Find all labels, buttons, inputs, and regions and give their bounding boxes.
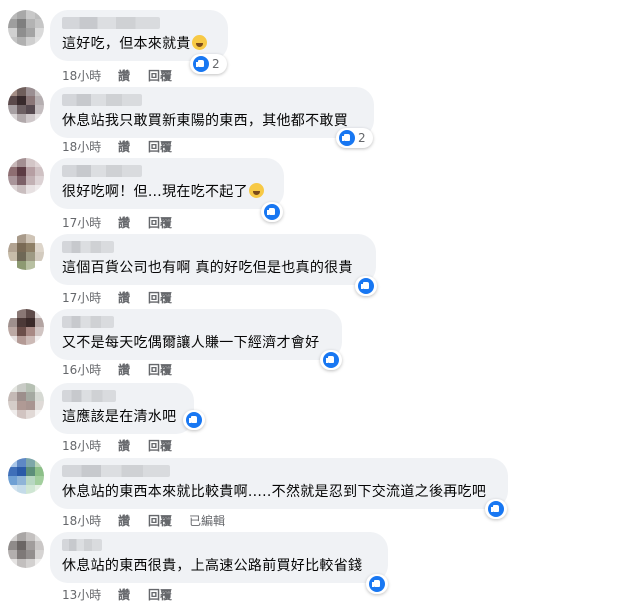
like-reaction-icon [186,412,202,428]
comment-bubble: 休息站的東西很貴，上高速公路前買好比較省錢 [50,532,388,583]
like-button[interactable]: 讚 [118,586,148,603]
commenter-name[interactable] [62,539,102,551]
crying-emoji-icon [248,183,264,198]
comment-text: 休息站的東西很貴，上高速公路前買好比較省錢 [62,558,363,574]
comment-text: 休息站我只敢買新東陽的東西，其他都不敢買 [62,113,348,129]
reaction-count: 2 [358,131,366,145]
like-reaction-icon [339,130,355,146]
comment-text: 這好吃，但本來就貴 [62,36,191,52]
avatar[interactable] [8,10,44,46]
comment-text: 這應該是在清水吧 [62,409,177,425]
avatar[interactable] [8,309,44,345]
comment-text: 休息站的東西本來就比較貴啊.....不然就是忍到下交流道之後再吃吧 [62,484,487,500]
comment-text: 又不是每天吃偶爾讓人賺一下經濟才會好 [62,335,320,351]
comment-actions: 18小時 讚 回覆 已編輯 [62,512,225,529]
reply-button[interactable]: 回覆 [148,67,189,84]
commenter-name[interactable] [62,316,114,328]
reaction-summary[interactable]: 2 [336,128,373,148]
avatar[interactable] [8,234,44,270]
reaction-summary[interactable] [485,499,507,519]
like-button[interactable]: 讚 [118,361,148,378]
like-button[interactable]: 讚 [118,67,148,84]
comment-actions: 18小時 讚 回覆 [62,437,189,454]
comment-bubble: 休息站我只敢買新東陽的東西，其他都不敢買 [50,87,374,138]
timestamp[interactable]: 17小時 [62,289,118,306]
like-button[interactable]: 讚 [118,512,148,529]
comment-bubble: 很好吃啊！但…現在吃不起了 [50,158,284,209]
reaction-summary[interactable] [366,574,388,594]
comment-bubble: 休息站的東西本來就比較貴啊.....不然就是忍到下交流道之後再吃吧 [50,458,508,509]
like-button[interactable]: 讚 [118,289,148,306]
laughing-emoji-icon [191,35,207,50]
commenter-name[interactable] [62,17,160,29]
reaction-summary[interactable] [183,410,205,430]
reaction-summary[interactable] [320,350,342,370]
comment-actions: 17小時 讚 回覆 [62,289,189,306]
reaction-summary[interactable]: 2 [190,54,227,74]
reply-button[interactable]: 回覆 [148,586,189,603]
avatar[interactable] [8,158,44,194]
reply-button[interactable]: 回覆 [148,361,189,378]
comment-bubble: 這個百貨公司也有啊 真的好吃但是也真的很貴 [50,234,376,285]
like-reaction-icon [193,56,209,72]
commenter-name[interactable] [62,390,116,402]
reply-button[interactable]: 回覆 [148,512,189,529]
comment-text: 很好吃啊！但…現在吃不起了 [62,184,248,200]
commenter-name[interactable] [62,465,170,477]
comment-actions: 17小時 讚 回覆 [62,214,189,231]
commenter-name[interactable] [62,94,142,106]
like-reaction-icon [488,501,504,517]
like-reaction-icon [369,576,385,592]
avatar[interactable] [8,87,44,123]
timestamp[interactable]: 16小時 [62,361,118,378]
comment-bubble: 這應該是在清水吧 [50,383,194,434]
comment-actions: 16小時 讚 回覆 [62,361,189,378]
avatar[interactable] [8,532,44,568]
avatar[interactable] [8,458,44,494]
like-button[interactable]: 讚 [118,214,148,231]
comment-actions: 18小時 讚 回覆 [62,138,189,155]
reply-button[interactable]: 回覆 [148,214,189,231]
like-button[interactable]: 讚 [118,437,148,454]
reply-button[interactable]: 回覆 [148,289,189,306]
timestamp[interactable]: 18小時 [62,512,118,529]
reaction-summary[interactable] [261,202,283,222]
reaction-summary[interactable] [355,276,377,296]
reply-button[interactable]: 回覆 [148,437,189,454]
edited-label[interactable]: 已編輯 [189,512,225,529]
timestamp[interactable]: 13小時 [62,586,118,603]
comment-actions: 18小時 讚 回覆 [62,67,189,84]
comment-text: 這個百貨公司也有啊 真的好吃但是也真的很貴 [62,260,353,276]
reaction-count: 2 [212,57,220,71]
reply-button[interactable]: 回覆 [148,138,189,155]
avatar[interactable] [8,383,44,419]
timestamp[interactable]: 18小時 [62,138,118,155]
timestamp[interactable]: 18小時 [62,67,118,84]
comment-bubble: 又不是每天吃偶爾讓人賺一下經濟才會好 [50,309,342,360]
like-reaction-icon [358,278,374,294]
commenter-name[interactable] [62,241,114,253]
like-reaction-icon [264,204,280,220]
commenter-name[interactable] [62,165,142,177]
timestamp[interactable]: 17小時 [62,214,118,231]
comment-actions: 13小時 讚 回覆 [62,586,189,603]
like-button[interactable]: 讚 [118,138,148,155]
timestamp[interactable]: 18小時 [62,437,118,454]
like-reaction-icon [323,352,339,368]
